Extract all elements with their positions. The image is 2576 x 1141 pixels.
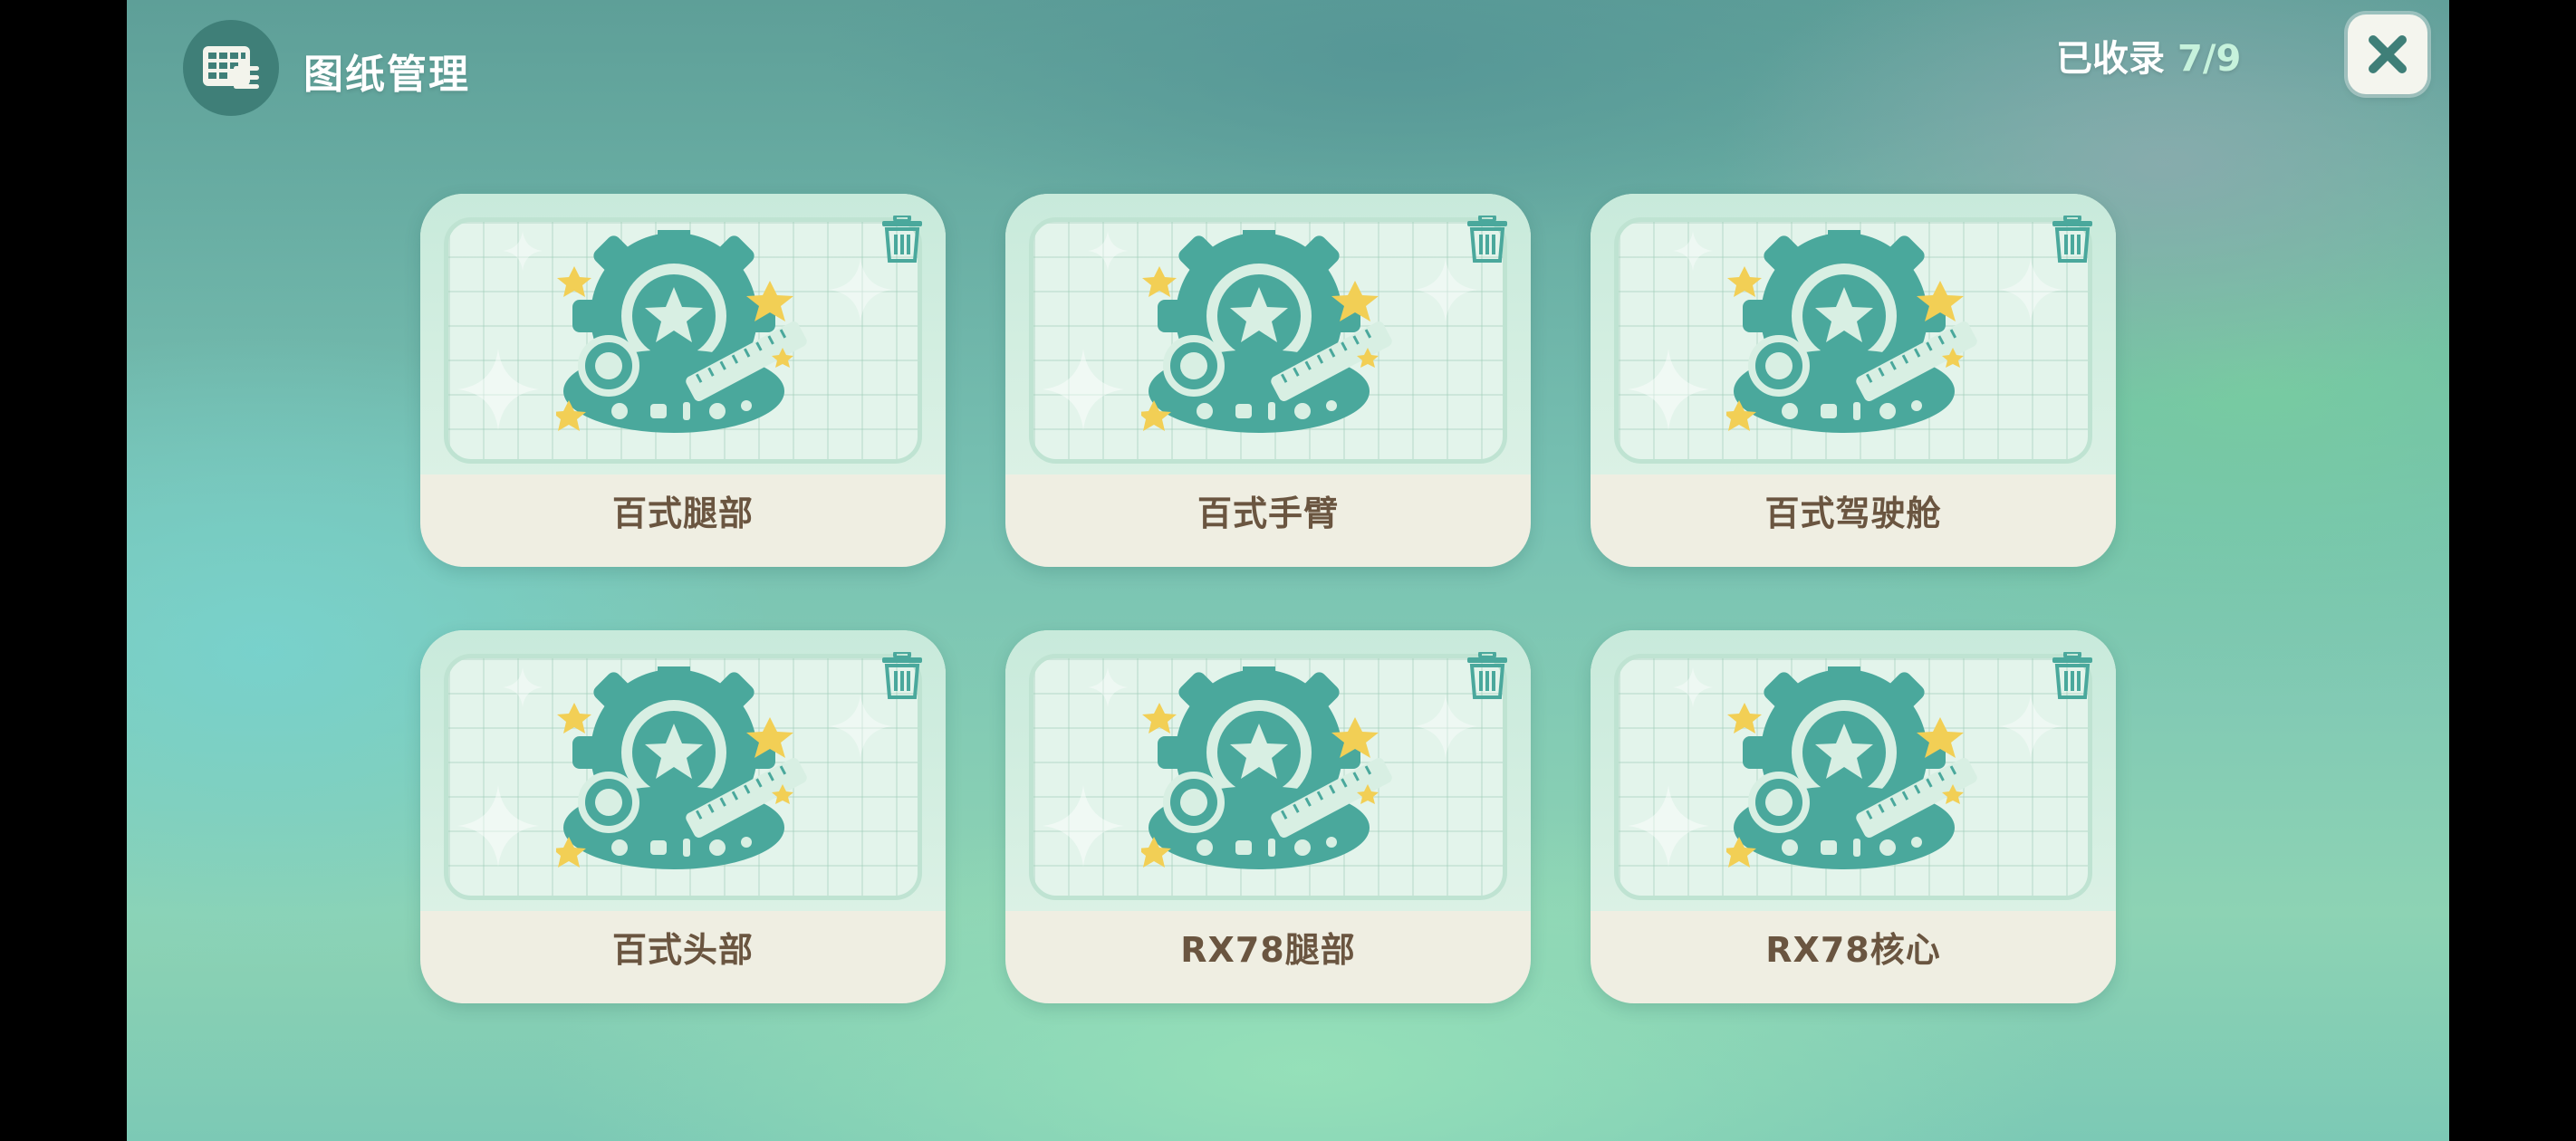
blueprint-emblem-icon — [556, 230, 807, 433]
sparkle-decoration — [1088, 231, 1128, 271]
sparkle-decoration — [1999, 695, 2062, 758]
blueprint-name: 百式头部 — [611, 930, 754, 970]
blueprint-card[interactable]: 百式腿部 — [420, 194, 946, 567]
blueprint-name: 百式手臂 — [1197, 494, 1339, 533]
blueprint-emblem-icon — [1726, 666, 1977, 869]
blueprint-emblem-icon — [556, 666, 807, 869]
delete-button[interactable] — [2049, 212, 2096, 266]
collected-label: 已收录 — [2056, 38, 2165, 80]
sparkle-decoration — [1999, 258, 2062, 321]
blueprint-name: 百式驾驶舱 — [1764, 494, 1942, 533]
blueprint-grid: 百式腿部 百式手臂 百式驾驶舱 百式头部 RX78腿部 RX78核心 — [420, 194, 2156, 1003]
blueprint-list-icon — [183, 20, 279, 116]
collected-count: 7/9 — [2177, 38, 2242, 80]
delete-button[interactable] — [879, 648, 926, 703]
sparkle-decoration — [829, 258, 892, 321]
trash-icon — [882, 652, 922, 699]
sparkle-decoration — [1673, 667, 1713, 707]
sparkle-decoration — [829, 695, 892, 758]
sparkle-decoration — [1673, 231, 1713, 271]
page-title: 图纸管理 — [303, 52, 470, 98]
blueprint-card[interactable]: 百式驾驶舱 — [1591, 194, 2116, 567]
trash-icon — [1467, 216, 1507, 263]
blueprint-emblem-icon — [1726, 230, 1977, 433]
trash-icon — [882, 216, 922, 263]
sparkle-decoration — [1628, 785, 1709, 867]
blueprint-emblem-icon — [1141, 230, 1392, 433]
game-screen: 图纸管理 已收录 7/9 百式腿部 百式手臂 百式驾驶舱 百式头部 RX78腿部… — [127, 0, 2449, 1141]
sparkle-decoration — [457, 349, 539, 430]
trash-icon — [2052, 216, 2092, 263]
delete-button[interactable] — [879, 212, 926, 266]
sparkle-decoration — [1043, 349, 1124, 430]
blueprint-card[interactable]: RX78核心 — [1591, 630, 2116, 1003]
sparkle-decoration — [1088, 667, 1128, 707]
delete-button[interactable] — [1464, 212, 1511, 266]
blueprint-name: RX78腿部 — [1180, 930, 1356, 970]
blueprint-emblem-icon — [1141, 666, 1392, 869]
sparkle-decoration — [503, 667, 543, 707]
blueprint-name: 百式腿部 — [611, 494, 754, 533]
delete-button[interactable] — [2049, 648, 2096, 703]
blueprint-card[interactable]: 百式手臂 — [1005, 194, 1531, 567]
trash-icon — [2052, 652, 2092, 699]
delete-button[interactable] — [1464, 648, 1511, 703]
sparkle-decoration — [1414, 258, 1477, 321]
trash-icon — [1467, 652, 1507, 699]
close-icon — [2369, 35, 2407, 73]
close-button[interactable] — [2348, 14, 2427, 94]
blueprint-name: RX78核心 — [1765, 930, 1941, 970]
sparkle-decoration — [1414, 695, 1477, 758]
sparkle-decoration — [457, 785, 539, 867]
sparkle-decoration — [1628, 349, 1709, 430]
sparkle-decoration — [1043, 785, 1124, 867]
blueprint-card[interactable]: RX78腿部 — [1005, 630, 1531, 1003]
blueprint-card[interactable]: 百式头部 — [420, 630, 946, 1003]
sparkle-decoration — [503, 231, 543, 271]
collection-progress: 已收录 7/9 — [2056, 29, 2241, 82]
